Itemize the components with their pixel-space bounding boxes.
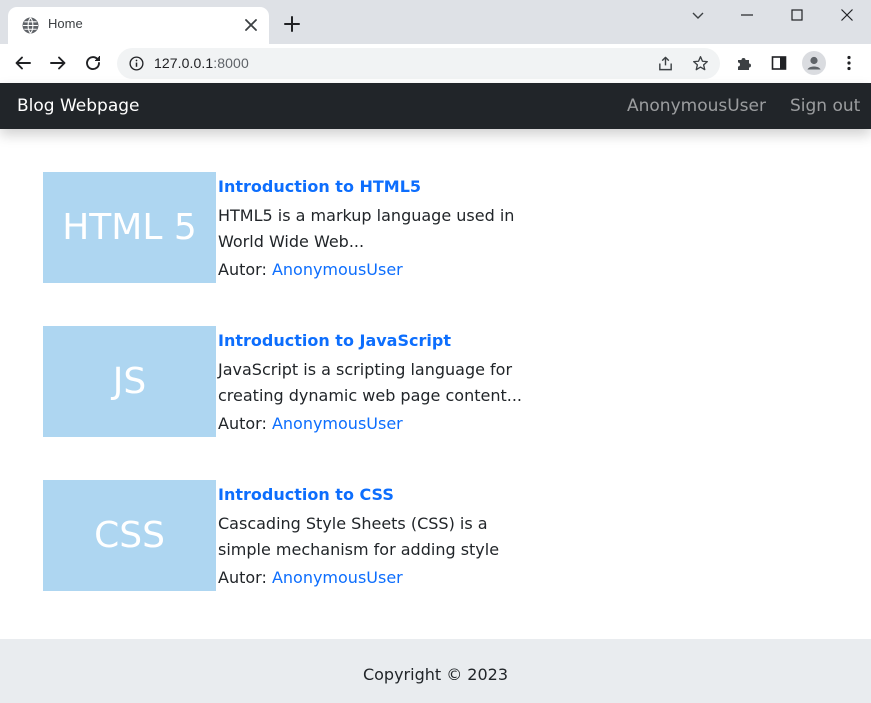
info-icon[interactable] — [129, 56, 144, 71]
post-title-link[interactable]: Introduction to HTML5 — [218, 177, 421, 196]
star-icon[interactable] — [692, 55, 709, 72]
plus-icon[interactable] — [283, 15, 301, 33]
author-link[interactable]: AnonymousUser — [272, 260, 403, 279]
url-host: 127.0.0.1 — [154, 55, 214, 71]
post-title-link[interactable]: Introduction to JavaScript — [218, 331, 451, 350]
post-excerpt: JavaScript is a scripting language for c… — [218, 360, 522, 405]
navbar-brand[interactable]: Blog Webpage — [17, 96, 140, 116]
navbar-user-link[interactable]: AnonymousUser — [627, 96, 766, 116]
profile-avatar-glyph — [807, 56, 821, 70]
url-text[interactable]: 127.0.0.1:8000 — [154, 55, 249, 71]
post-thumbnail[interactable]: JS — [43, 326, 216, 437]
post-author: Autor: AnonymousUser — [218, 568, 403, 587]
address-bar[interactable]: 127.0.0.1:8000 — [117, 48, 720, 79]
author-label: Autor: — [218, 260, 267, 279]
sign-out-link[interactable]: Sign out — [790, 96, 860, 116]
author-link[interactable]: AnonymousUser — [272, 568, 403, 587]
share-icon[interactable] — [657, 55, 674, 72]
post-thumbnail[interactable]: CSS — [43, 480, 216, 591]
chevron-down-icon[interactable] — [689, 6, 707, 24]
tab-title: Home — [48, 16, 83, 31]
kebab-menu-icon[interactable] — [840, 54, 858, 72]
author-link[interactable]: AnonymousUser — [272, 414, 403, 433]
page-footer: Copyright © 2023 — [0, 639, 871, 703]
post-card: HTML 5 Introduction to HTML5 HTML5 is a … — [43, 172, 543, 283]
minimize-icon[interactable] — [738, 6, 756, 24]
post-author: Autor: AnonymousUser — [218, 414, 403, 433]
puzzle-icon[interactable] — [735, 54, 753, 72]
arrow-right-icon[interactable] — [49, 54, 67, 72]
post-excerpt: HTML5 is a markup language used in World… — [218, 206, 515, 251]
url-port: :8000 — [213, 55, 249, 71]
profile-icon[interactable] — [802, 51, 826, 75]
close-icon[interactable] — [244, 18, 258, 32]
reload-icon[interactable] — [84, 54, 102, 72]
post-title-link[interactable]: Introduction to CSS — [218, 485, 394, 504]
post-card: CSS Introduction to CSS Cascading Style … — [43, 480, 543, 591]
arrow-left-icon[interactable] — [14, 54, 32, 72]
post-excerpt: Cascading Style Sheets (CSS) is a simple… — [218, 514, 500, 559]
author-label: Autor: — [218, 568, 267, 587]
post-card: JS Introduction to JavaScript JavaScript… — [43, 326, 543, 437]
side-panel-icon[interactable] — [770, 54, 788, 72]
globe-icon — [22, 17, 39, 34]
browser-tab-strip: Home — [0, 0, 871, 44]
post-author: Autor: AnonymousUser — [218, 260, 403, 279]
post-thumbnail[interactable]: HTML 5 — [43, 172, 216, 283]
copyright-text: Copyright © 2023 — [362, 665, 509, 684]
browser-toolbar: 127.0.0.1:8000 — [0, 44, 871, 83]
author-label: Autor: — [218, 414, 267, 433]
site-navbar: Blog Webpage AnonymousUser Sign out — [0, 83, 871, 129]
window-close-icon[interactable] — [838, 6, 856, 24]
browser-tab-home[interactable]: Home — [8, 7, 269, 44]
maximize-icon[interactable] — [788, 6, 806, 24]
